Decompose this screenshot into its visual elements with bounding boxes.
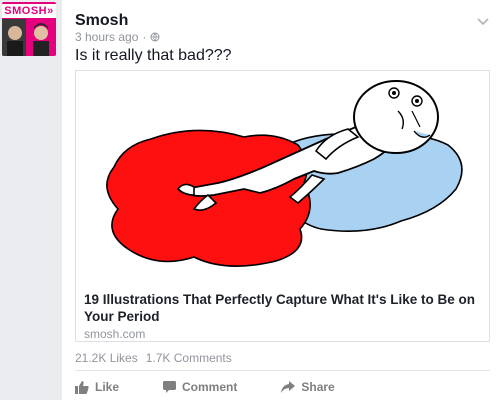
timestamp[interactable]: 3 hours ago	[75, 30, 138, 44]
post-text: Is it really that bad???	[75, 47, 232, 64]
link-preview-image[interactable]	[76, 71, 489, 284]
post-actions: Like Comment Share	[75, 377, 490, 397]
link-preview[interactable]: 19 Illustrations That Perfectly Capture …	[75, 70, 490, 342]
comment-label: Comment	[182, 380, 238, 394]
likes-count[interactable]: 21.2K Likes	[75, 351, 138, 365]
like-button[interactable]: Like	[75, 380, 119, 394]
like-label: Like	[95, 380, 120, 394]
meta-separator: ·	[142, 30, 147, 44]
share-arrow-icon	[281, 381, 296, 393]
share-label: Share	[301, 380, 335, 394]
avatar[interactable]: SMOSH»	[2, 2, 56, 56]
like-thumb-icon	[75, 380, 89, 394]
link-title[interactable]: 19 Illustrations That Perfectly Capture …	[84, 291, 484, 325]
page-name[interactable]: Smosh	[75, 12, 128, 30]
comment-button[interactable]: Comment	[163, 380, 237, 394]
link-domain: smosh.com	[84, 327, 146, 341]
post-card: Smosh 3 hours ago · Is it really that ba…	[62, 0, 500, 400]
engagement-counts: 21.2K Likes 1.7K Comments	[75, 351, 232, 365]
share-button[interactable]: Share	[281, 380, 335, 394]
globe-icon[interactable]	[150, 32, 160, 42]
left-gutter: SMOSH»	[0, 0, 62, 400]
actions-divider	[75, 370, 490, 371]
comments-count[interactable]: 1.7K Comments	[146, 351, 232, 365]
avatar-photo	[2, 19, 56, 56]
avatar-logo: SMOSH»	[2, 4, 56, 18]
post-meta: 3 hours ago ·	[75, 30, 160, 44]
comment-bubble-icon	[163, 381, 177, 393]
chevron-down-icon[interactable]	[476, 14, 490, 28]
